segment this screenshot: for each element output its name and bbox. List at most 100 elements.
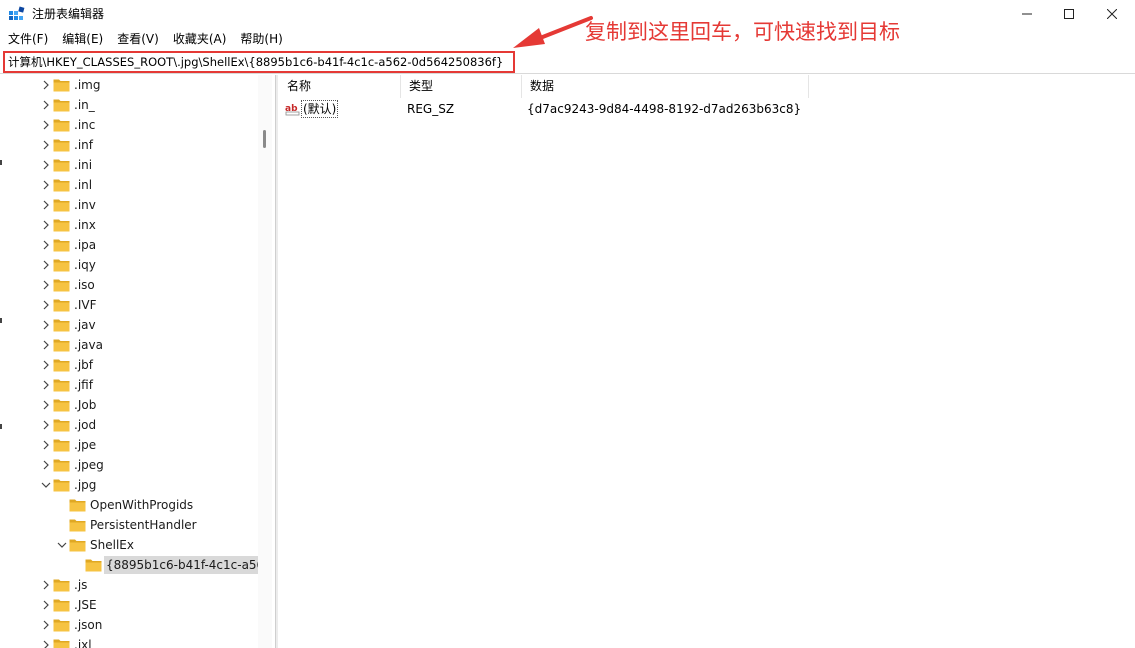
tree-item-label: .inc: [74, 118, 96, 132]
chevron-right-icon[interactable]: [40, 179, 52, 191]
tree-item-label: .java: [74, 338, 103, 352]
folder-icon: [53, 599, 70, 612]
column-header-type[interactable]: 类型: [401, 75, 522, 98]
chevron-right-icon[interactable]: [40, 379, 52, 391]
maximize-button[interactable]: [1046, 0, 1092, 28]
tree-scrollbar-thumb[interactable]: [263, 130, 266, 148]
tree-item[interactable]: .jpe: [0, 435, 258, 455]
chevron-right-icon[interactable]: [40, 319, 52, 331]
tree-item[interactable]: OpenWithProgids: [0, 495, 258, 515]
chevron-right-icon[interactable]: [40, 199, 52, 211]
folder-icon: [53, 479, 70, 492]
tree-item[interactable]: .jfif: [0, 375, 258, 395]
chevron-right-icon[interactable]: [40, 299, 52, 311]
chevron-right-icon[interactable]: [40, 259, 52, 271]
pane-splitter[interactable]: [275, 75, 278, 648]
chevron-right-icon[interactable]: [40, 119, 52, 131]
edge-mark: [0, 160, 2, 165]
regedit-app-icon: [9, 6, 25, 20]
chevron-right-icon[interactable]: [40, 459, 52, 471]
chevron-right-icon[interactable]: [40, 599, 52, 611]
chevron-down-icon[interactable]: [40, 479, 52, 491]
folder-icon: [53, 619, 70, 632]
chevron-right-icon[interactable]: [40, 439, 52, 451]
chevron-right-icon[interactable]: [40, 219, 52, 231]
tree-item[interactable]: ShellEx: [0, 535, 258, 555]
tree-item[interactable]: .inl: [0, 175, 258, 195]
chevron-right-icon[interactable]: [40, 619, 52, 631]
menu-file[interactable]: 文件(F): [0, 30, 54, 48]
tree-item[interactable]: .java: [0, 335, 258, 355]
tree-item[interactable]: .ini: [0, 155, 258, 175]
tree-item-label: .jpe: [74, 438, 97, 452]
tree-item[interactable]: .JSE: [0, 595, 258, 615]
tree-item-label: .Job: [74, 398, 97, 412]
folder-icon: [53, 639, 70, 648]
tree-item[interactable]: {8895b1c6-b41f-4c1c-a562-0d564250836f}: [0, 555, 272, 575]
tree-item[interactable]: .jod: [0, 415, 258, 435]
tree-scrollbar[interactable]: [258, 75, 272, 648]
tree-item[interactable]: .json: [0, 615, 258, 635]
chevron-right-icon[interactable]: [40, 399, 52, 411]
chevron-right-icon[interactable]: [40, 419, 52, 431]
annotation-arrow-icon: [513, 16, 593, 48]
tree-item-label: {8895b1c6-b41f-4c1c-a562-0d564250836f}: [104, 556, 272, 574]
tree-item-label: PersistentHandler: [90, 518, 197, 532]
chevron-right-icon[interactable]: [40, 79, 52, 91]
tree-item-label: ShellEx: [90, 538, 134, 552]
chevron-right-icon[interactable]: [40, 639, 52, 648]
chevron-right-icon[interactable]: [40, 579, 52, 591]
tree-item-label: .in_: [74, 98, 95, 112]
folder-icon: [53, 199, 70, 212]
tree-item[interactable]: .iqy: [0, 255, 258, 275]
menu-view[interactable]: 查看(V): [109, 30, 165, 48]
chevron-down-icon[interactable]: [56, 539, 68, 551]
minimize-button[interactable]: [1004, 0, 1050, 28]
chevron-right-icon[interactable]: [40, 99, 52, 111]
string-value-icon: ab: [285, 104, 300, 116]
folder-icon: [53, 99, 70, 112]
tree-item[interactable]: .js: [0, 575, 258, 595]
tree-item[interactable]: .jpeg: [0, 455, 258, 475]
tree-item[interactable]: .inv: [0, 195, 258, 215]
menu-edit[interactable]: 编辑(E): [54, 30, 109, 48]
tree-item-label: .jfif: [74, 378, 93, 392]
tree-item-label: .jxl: [74, 638, 92, 648]
tree-item[interactable]: .jxl: [0, 635, 258, 648]
tree-item[interactable]: .iso: [0, 275, 258, 295]
column-header-name[interactable]: 名称: [279, 75, 401, 98]
address-input[interactable]: 计算机\HKEY_CLASSES_ROOT\.jpg\ShellEx\{8895…: [3, 51, 515, 73]
tree-item-label: .img: [74, 78, 101, 92]
chevron-right-icon[interactable]: [40, 139, 52, 151]
tree-item-label: .inx: [74, 218, 96, 232]
tree-item[interactable]: .inx: [0, 215, 258, 235]
folder-icon: [53, 459, 70, 472]
tree-item[interactable]: .img: [0, 75, 258, 95]
tree-item[interactable]: .IVF: [0, 295, 258, 315]
menu-help[interactable]: 帮助(H): [232, 30, 288, 48]
tree-item[interactable]: .Job: [0, 395, 258, 415]
value-list-pane[interactable]: 名称 类型 数据 ab (默认) REG_SZ {d7ac9243-9d84-4…: [279, 75, 1135, 648]
tree-item[interactable]: .jbf: [0, 355, 258, 375]
menu-favorites[interactable]: 收藏夹(A): [165, 30, 233, 48]
tree-item-label: .jpeg: [74, 458, 104, 472]
tree-item[interactable]: .inf: [0, 135, 258, 155]
tree-item-label: .ipa: [74, 238, 97, 252]
tree-item[interactable]: PersistentHandler: [0, 515, 258, 535]
chevron-right-icon[interactable]: [40, 279, 52, 291]
chevron-right-icon[interactable]: [40, 159, 52, 171]
chevron-right-icon[interactable]: [40, 339, 52, 351]
column-header-data[interactable]: 数据: [522, 75, 809, 98]
chevron-right-icon[interactable]: [40, 239, 52, 251]
tree-item[interactable]: .inc: [0, 115, 258, 135]
table-row[interactable]: ab (默认) REG_SZ {d7ac9243-9d84-4498-8192-…: [279, 99, 879, 119]
tree-item[interactable]: .ipa: [0, 235, 258, 255]
tree-item[interactable]: .jpg: [0, 475, 258, 495]
tree-item[interactable]: .in_: [0, 95, 258, 115]
close-button[interactable]: [1089, 0, 1135, 28]
column-headers: 名称 类型 数据: [279, 75, 809, 98]
menu-bar: 文件(F) 编辑(E) 查看(V) 收藏夹(A) 帮助(H): [0, 30, 289, 48]
chevron-right-icon[interactable]: [40, 359, 52, 371]
key-tree-pane[interactable]: .img .in_ .inc .inf .ini .inl .inv .inx .ipa .iqy…: [0, 75, 272, 648]
tree-item[interactable]: .jav: [0, 315, 258, 335]
